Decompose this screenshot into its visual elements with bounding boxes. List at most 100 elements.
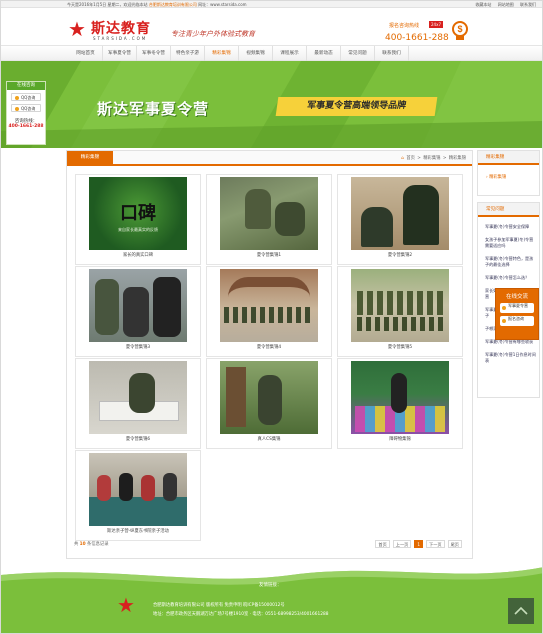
gallery-caption[interactable]: 真人CS集锦 xyxy=(207,436,331,442)
nav-item-family-trip[interactable]: 特色亲子游 xyxy=(171,46,205,62)
breadcrumb-home[interactable]: 首页 xyxy=(406,156,415,161)
consult-title: 在线咨询 xyxy=(7,82,45,90)
gallery-image[interactable] xyxy=(351,177,449,250)
gallery-caption[interactable]: 夏令营集锦6 xyxy=(76,436,200,442)
online-chat-panel: 在线交流 军事夏令营 报名咨询 xyxy=(495,288,539,340)
gallery-card[interactable]: 障碍物集锦 xyxy=(337,358,463,449)
qq-icon xyxy=(15,106,19,111)
card-text: 口碑 xyxy=(120,203,156,224)
chat-summer-camp-button[interactable]: 军事夏令营 xyxy=(500,303,534,313)
card-subtext: 来自家长最真实的反馈 xyxy=(118,227,158,232)
gallery-caption[interactable]: 夏令营集锦3 xyxy=(76,344,200,350)
nav-item-faq[interactable]: 常见问题 xyxy=(341,46,375,62)
nav-item-summer-camp[interactable]: 军事夏令营 xyxy=(103,46,137,62)
chat-register-button[interactable]: 报名咨询 xyxy=(500,316,534,326)
gallery-image[interactable] xyxy=(89,269,187,342)
breadcrumb-category[interactable]: 精彩集锦 xyxy=(423,156,440,161)
nav-item-winter-camp[interactable]: 军事冬令营 xyxy=(137,46,171,62)
faq-item[interactable]: 军事夏(冬)令营安全保障 xyxy=(485,224,536,230)
banner-title: 斯达军事夏令营 xyxy=(97,100,210,118)
gallery-image[interactable] xyxy=(351,361,449,434)
welcome-site: 网址：www.starsida.com xyxy=(198,2,247,7)
gallery-card[interactable]: 夏令营集锦2 xyxy=(337,174,463,265)
nav-item-videos[interactable]: 视频集锦 xyxy=(239,46,273,62)
gallery-image[interactable] xyxy=(220,269,318,342)
gallery-card[interactable]: 夏令营集锦1 xyxy=(206,174,332,265)
breadcrumb-sep: > xyxy=(442,156,447,161)
gallery-image[interactable] xyxy=(220,361,318,434)
logo-star-icon[interactable]: ★ xyxy=(68,19,88,39)
welcome-company[interactable]: 合肥斯达教育培训有限公司 xyxy=(149,2,197,7)
footer-logo-star-icon: ★ xyxy=(117,593,135,617)
banner: 斯达军事夏令营 军事夏令营高端领导品牌 xyxy=(1,61,542,148)
record-count-suffix: 条信息记录 xyxy=(87,542,109,547)
gallery-caption[interactable]: 斯达亲子营-纵夏东书院亲子活动 xyxy=(76,528,200,534)
page-1-button[interactable]: 1 xyxy=(414,540,424,548)
nav-item-news[interactable]: 最新动态 xyxy=(307,46,341,62)
sitemap-link[interactable]: 网站地图 xyxy=(498,2,514,7)
gallery-caption[interactable]: 夏令营集锦4 xyxy=(207,344,331,350)
back-to-top-button[interactable] xyxy=(508,598,534,624)
footer-copyright: 合肥斯达教育培训有限公司 版权所有 免责申明 皖ICP备15000012号 xyxy=(153,603,285,608)
gallery-card[interactable]: 夏令营集锦5 xyxy=(337,266,463,357)
nav-item-courses[interactable]: 课程展示 xyxy=(273,46,307,62)
gallery-caption[interactable]: 障碍物集锦 xyxy=(338,436,462,442)
nav-list: 网站首页 军事夏令营 军事冬令营 特色亲子游 精彩集锦 视频集锦 课程展示 最新… xyxy=(69,46,409,62)
gallery-caption[interactable]: 夏令营集锦1 xyxy=(207,252,331,258)
gallery-image[interactable]: 口碑 来自家长最真实的反馈 xyxy=(89,177,187,250)
first-page-button[interactable]: 首页 xyxy=(375,540,390,548)
section-tab: 精彩集锦 xyxy=(67,151,113,165)
qq-icon xyxy=(15,95,19,100)
breadcrumb-current[interactable]: 精彩集锦 xyxy=(449,156,466,161)
nav-item-home[interactable]: 网站首页 xyxy=(69,46,103,62)
top-strip: 今天是2016年1月5日 星期二，欢迎光临本站 合肥斯达教育培训有限公司 网址：… xyxy=(1,1,542,8)
home-icon: ⌂ xyxy=(401,156,404,161)
qq-consult-button[interactable]: QQ咨询 xyxy=(11,104,41,112)
record-count-number: 10 xyxy=(79,542,86,547)
faq-item[interactable]: 军事夏(冬)令营特色，是孩子的最佳选择 xyxy=(485,256,536,268)
pagination: 首页 上一页 1 下一页 尾页 xyxy=(372,540,462,548)
main-content: 精彩集锦 ⌂ 首页 > 精彩集锦 > 精彩集锦 口碑 来自家长最真实的反馈 家长… xyxy=(66,150,473,559)
gallery-image[interactable] xyxy=(89,361,187,434)
welcome-text: 今天是2016年1月5日 星期二，欢迎光临本站 合肥斯达教育培训有限公司 网址：… xyxy=(67,2,247,8)
gallery-card[interactable]: 口碑 来自家长最真实的反馈 家长的真实口碑 xyxy=(75,174,201,265)
sidebar-highlights-title: 精彩集锦 xyxy=(478,151,539,165)
sidebar-highlights-link[interactable]: › 精彩集锦 xyxy=(486,174,539,180)
chat-icon xyxy=(502,306,506,310)
last-page-button[interactable]: 尾页 xyxy=(447,540,462,548)
faq-item[interactable]: 女孩子参加军事夏(冬)令营需要适应吗 xyxy=(485,237,536,249)
next-page-button[interactable]: 下一页 xyxy=(426,540,445,548)
gallery-image[interactable] xyxy=(220,177,318,250)
chat-icon xyxy=(502,319,506,323)
slogan: 专注青少年户外体验式教育 xyxy=(171,30,255,38)
faq-item[interactable]: 军事夏(冬)令营怎么选？ xyxy=(485,275,536,281)
nav-item-contact[interactable]: 联系我们 xyxy=(375,46,409,62)
footer-address: 地址：合肥市政务区天鹅湖万达广场7号楼1910室 · 电话：0551-68998… xyxy=(153,612,329,617)
footer: 友情链接： ★ 合肥斯达教育培训有限公司 版权所有 免责申明 皖ICP备1500… xyxy=(1,561,542,633)
gallery-caption[interactable]: 家长的真实口碑 xyxy=(76,252,200,258)
main-nav: 网站首页 军事夏令营 军事冬令营 特色亲子游 精彩集锦 视频集锦 课程展示 最新… xyxy=(1,45,542,62)
gallery-card[interactable]: 夏令营集锦3 xyxy=(75,266,201,357)
gallery-image[interactable] xyxy=(351,269,449,342)
section-header: 精彩集锦 ⌂ 首页 > 精彩集锦 > 精彩集锦 xyxy=(67,151,472,166)
gallery-card[interactable]: 夏令营集锦6 xyxy=(75,358,201,449)
contact-link[interactable]: 联系我们 xyxy=(520,2,536,7)
qq-consult-label: QQ咨询 xyxy=(21,95,36,100)
gallery-card[interactable]: 斯达亲子营-纵夏东书院亲子活动 xyxy=(75,450,201,541)
record-count-prefix: 共 xyxy=(74,542,79,547)
nav-item-highlights[interactable]: 精彩集锦 xyxy=(205,46,239,62)
friend-links-label: 友情链接： xyxy=(259,583,282,588)
gallery-image[interactable] xyxy=(89,453,187,526)
gallery-caption[interactable]: 夏令营集锦5 xyxy=(338,344,462,350)
logo-text[interactable]: 斯达教育 xyxy=(91,18,151,38)
bookmark-link[interactable]: 收藏本站 xyxy=(475,2,491,7)
gallery-card[interactable]: 夏令营集锦4 xyxy=(206,266,332,357)
gallery-card[interactable]: 真人CS集锦 xyxy=(206,358,332,449)
qq-consult-button[interactable]: QQ咨询 xyxy=(11,93,41,101)
page: 今天是2016年1月5日 星期二，欢迎光临本站 合肥斯达教育培训有限公司 网址：… xyxy=(0,0,543,634)
breadcrumb-sep: > xyxy=(417,156,421,161)
faq-item[interactable]: 军事夏(冬)令营1日作息时间表 xyxy=(485,352,536,364)
prev-page-button[interactable]: 上一页 xyxy=(392,540,412,548)
gallery-caption[interactable]: 夏令营集锦2 xyxy=(338,252,462,258)
qq-consult-label: QQ咨询 xyxy=(21,106,36,111)
